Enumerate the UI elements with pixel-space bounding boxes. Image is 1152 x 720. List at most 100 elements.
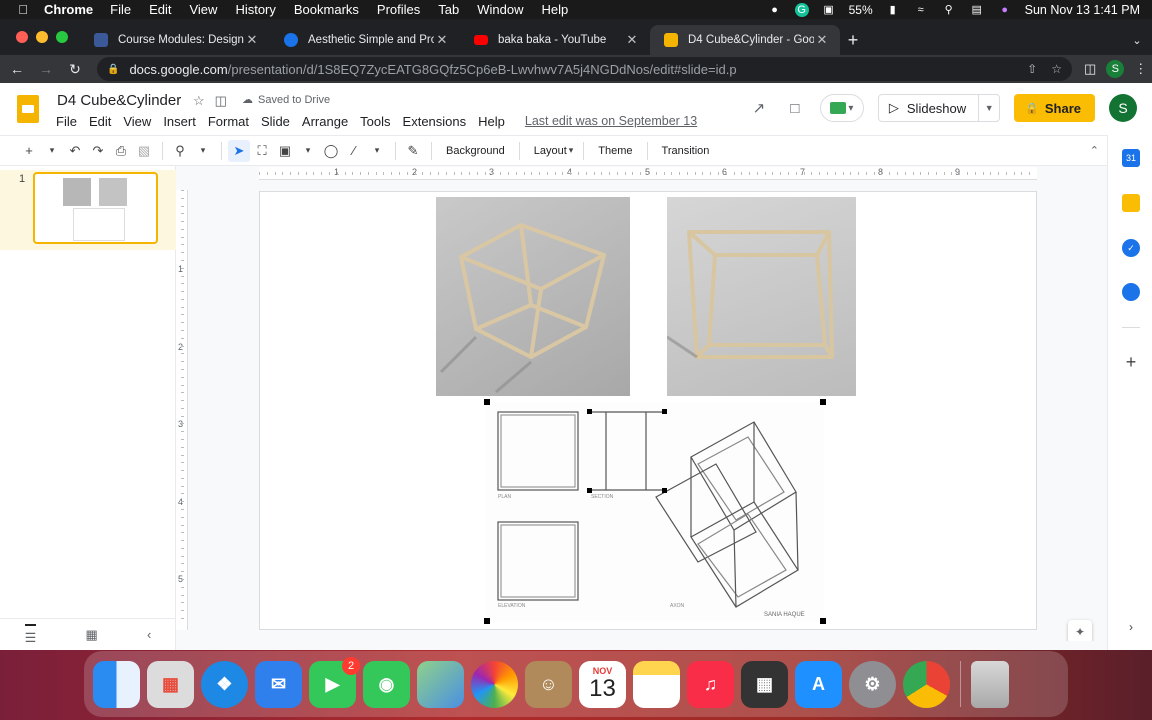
- spotlight-search-icon[interactable]: ⚲: [941, 3, 957, 16]
- messages-icon[interactable]: ◉: [363, 660, 410, 708]
- menu-slide[interactable]: Slide: [261, 114, 290, 129]
- select-cursor-icon[interactable]: ➤: [228, 139, 250, 162]
- minimize-window-button[interactable]: [36, 31, 48, 43]
- keep-icon[interactable]: [1122, 194, 1140, 212]
- share-button[interactable]: 🔒 Share: [1014, 94, 1095, 122]
- tab-search-chevron-icon[interactable]: ⌄: [1122, 25, 1152, 55]
- collapse-filmstrip-icon[interactable]: ‹: [147, 627, 151, 642]
- browser-tab-course-modules[interactable]: Course Modules: Design 1 ✕: [80, 25, 270, 55]
- crop-handle[interactable]: [484, 618, 490, 624]
- calendar-app-icon[interactable]: NOV 13: [579, 660, 626, 708]
- horizontal-ruler[interactable]: 1 2 3 4 5 6 7 8 9: [259, 167, 1037, 180]
- background-button[interactable]: Background: [438, 145, 513, 157]
- menubar-help[interactable]: Help: [542, 2, 569, 17]
- crop-handle[interactable]: [484, 399, 490, 405]
- chrome-menu-icon[interactable]: ⋮: [1134, 61, 1147, 77]
- system-preferences-icon[interactable]: ⚙: [849, 660, 896, 708]
- slide-thumbnail[interactable]: [33, 172, 158, 244]
- siri-icon[interactable]: ●: [997, 3, 1013, 16]
- menu-insert[interactable]: Insert: [163, 114, 196, 129]
- app-store-icon[interactable]: A: [795, 660, 842, 708]
- undo-icon[interactable]: ↶: [64, 140, 86, 162]
- line-caret-icon[interactable]: ▾: [366, 140, 388, 162]
- resize-handle[interactable]: [587, 488, 592, 493]
- side-panel-icon[interactable]: ◫: [1084, 61, 1096, 77]
- layout-button[interactable]: Layout: [526, 145, 575, 157]
- cube-photo-front[interactable]: [667, 197, 856, 396]
- image-caret-icon[interactable]: ▾: [297, 140, 319, 162]
- menubar-edit[interactable]: Edit: [149, 2, 171, 17]
- slideshow-button[interactable]: ▷ Slideshow: [879, 95, 980, 121]
- maximize-window-button[interactable]: [56, 31, 68, 43]
- bookmark-star-icon[interactable]: ☆: [1051, 62, 1062, 76]
- slide-canvas[interactable]: 1 2 3 4 5 6 7 8 9 1 2 3 4 5: [176, 166, 1107, 650]
- new-slide-caret-icon[interactable]: ▾: [41, 140, 63, 162]
- creative-cloud-icon[interactable]: ●: [767, 3, 783, 16]
- browser-tab-youtube[interactable]: baka baka - YouTube ✕: [460, 25, 650, 55]
- add-addon-icon[interactable]: +: [1122, 352, 1140, 372]
- user-avatar[interactable]: S: [1109, 94, 1137, 122]
- finder-icon[interactable]: [93, 660, 140, 708]
- browser-tab-aesthetic[interactable]: Aesthetic Simple and Professio ✕: [270, 25, 460, 55]
- menu-view[interactable]: View: [123, 114, 151, 129]
- menu-edit[interactable]: Edit: [89, 114, 111, 129]
- close-tab-icon[interactable]: ✕: [434, 32, 450, 48]
- chrome-icon[interactable]: [903, 660, 950, 708]
- maps-icon[interactable]: [417, 660, 464, 708]
- image-icon[interactable]: ▣: [274, 140, 296, 162]
- menu-arrange[interactable]: Arrange: [302, 114, 348, 129]
- orthographic-drawing-image[interactable]: PLAN SECTION ELEVATION AXON SANIA HAQUE: [484, 399, 826, 624]
- theme-button[interactable]: Theme: [590, 145, 640, 157]
- paint-format-icon[interactable]: ▧: [133, 140, 155, 162]
- menubar-window[interactable]: Window: [477, 2, 523, 17]
- speaker-notes-handle[interactable]: [176, 641, 1107, 650]
- menubar-app-name[interactable]: Chrome: [44, 2, 93, 17]
- collapse-menus-chevron-icon[interactable]: ⌃: [1090, 144, 1099, 157]
- expand-panel-chevron-icon[interactable]: ›: [1122, 618, 1140, 636]
- activity-trend-icon[interactable]: ↗: [748, 97, 770, 119]
- menu-extensions[interactable]: Extensions: [403, 114, 467, 129]
- calculator-icon[interactable]: ▦: [741, 660, 788, 708]
- comments-icon[interactable]: □: [784, 97, 806, 119]
- contacts-icon[interactable]: [1122, 283, 1140, 301]
- close-tab-icon[interactable]: ✕: [244, 32, 260, 48]
- document-title[interactable]: D4 Cube&Cylinder: [57, 92, 181, 109]
- resize-handle[interactable]: [662, 409, 667, 414]
- line-icon[interactable]: ∕: [343, 140, 365, 162]
- meet-button[interactable]: ▾: [819, 94, 864, 122]
- menu-help[interactable]: Help: [478, 114, 505, 129]
- calendar-icon[interactable]: 31: [1122, 149, 1140, 167]
- print-icon[interactable]: ⎙: [110, 140, 132, 162]
- slideshow-dropdown-icon[interactable]: ▼: [979, 103, 999, 113]
- menubar-profiles[interactable]: Profiles: [377, 2, 420, 17]
- filmstrip-view-icon[interactable]: ☰: [24, 623, 37, 646]
- zoom-caret-icon[interactable]: ▾: [192, 140, 214, 162]
- new-slide-icon[interactable]: +: [18, 140, 40, 162]
- close-window-button[interactable]: [16, 31, 28, 43]
- menubar-tab[interactable]: Tab: [438, 2, 459, 17]
- shape-icon[interactable]: ◯: [320, 140, 342, 162]
- chrome-profile-avatar[interactable]: S: [1106, 60, 1125, 78]
- apple-icon[interactable]: : [14, 2, 32, 17]
- slides-logo-icon[interactable]: [17, 95, 39, 123]
- share-page-icon[interactable]: ⇧: [1027, 62, 1037, 76]
- star-icon[interactable]: ☆: [193, 93, 205, 109]
- menu-tools[interactable]: Tools: [360, 114, 390, 129]
- slide-page[interactable]: PLAN SECTION ELEVATION AXON SANIA HAQUE: [259, 191, 1037, 630]
- save-status[interactable]: ☁ Saved to Drive: [242, 93, 330, 107]
- address-bar[interactable]: 🔒 docs.google.com/presentation/d/1S8EQ7Z…: [97, 57, 1072, 81]
- notes-icon[interactable]: [633, 660, 680, 708]
- menubar-history[interactable]: History: [235, 2, 275, 17]
- menubar-bookmarks[interactable]: Bookmarks: [294, 2, 359, 17]
- menubar-view[interactable]: View: [189, 2, 217, 17]
- grammarly-icon[interactable]: G: [794, 2, 809, 17]
- vertical-ruler[interactable]: 1 2 3 4 5: [176, 190, 188, 630]
- menubar-file[interactable]: File: [110, 2, 131, 17]
- crop-handle[interactable]: [820, 618, 826, 624]
- back-arrow-icon[interactable]: ←: [5, 61, 29, 77]
- resize-handle[interactable]: [587, 409, 592, 414]
- last-edit-link[interactable]: Last edit was on September 13: [525, 114, 697, 129]
- facetime-icon[interactable]: ▶ 2: [309, 656, 360, 708]
- redo-icon[interactable]: ↷: [87, 140, 109, 162]
- music-icon[interactable]: ♫: [687, 660, 734, 708]
